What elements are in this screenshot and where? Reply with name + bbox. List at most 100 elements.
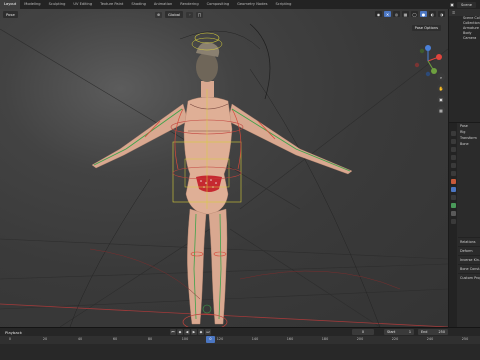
properties-row[interactable]: Relations <box>458 237 480 246</box>
3d-viewport[interactable]: Pose ⊕ Global ◦ ⋂ ◉ ✕ ◎ ▦ ◯ ● ◐ ◑ Pose O… <box>0 9 448 327</box>
playhead[interactable]: 0 <box>206 336 215 343</box>
armature-data-tab-icon[interactable] <box>450 203 456 208</box>
timeline-ruler[interactable]: 0 20 40 60 80 100 120 140 160 180 200 220 240 250 <box>0 336 480 344</box>
properties-tabs <box>449 123 457 328</box>
timeline-tick-label: 240 <box>426 337 434 341</box>
wireframe-shading-icon[interactable]: ◯ <box>411 11 418 17</box>
top-menu-bar: Layout Modeling Sculpting UV Editing Texture… <box>0 0 480 9</box>
next-keyframe-icon[interactable]: ◆ <box>198 329 204 335</box>
properties-row[interactable]: Inverse Kin. <box>458 255 480 264</box>
bone-constraint-tab-icon[interactable] <box>450 219 456 224</box>
tool-tab-icon[interactable] <box>450 131 456 136</box>
pose-options-dropdown[interactable]: Pose Options <box>411 25 441 31</box>
workspace-tabs: Layout Modeling Sculpting UV Editing Texture… <box>0 0 295 9</box>
outliner-tree: Scene CollectionCollectionArmatureBodyCa… <box>449 16 480 41</box>
tab-modeling[interactable]: Modeling <box>20 0 44 9</box>
tab-texture-paint[interactable]: Texture Paint <box>96 0 127 9</box>
viewport-nav-buttons: ⌕ ✋ ▣ ▦ <box>437 73 445 114</box>
timeline-tracks[interactable] <box>0 344 480 360</box>
timeline-tick-label: 180 <box>321 337 329 341</box>
interaction-mode-dropdown[interactable]: Pose <box>3 10 18 18</box>
prev-keyframe-icon[interactable]: ◆ <box>177 329 183 335</box>
timeline-tick-label: 160 <box>286 337 294 341</box>
timeline-tick-label: 0 <box>8 337 12 341</box>
playback-menu[interactable]: Playback <box>2 328 25 336</box>
transform-orientation-icon[interactable]: ⊕ <box>155 11 162 18</box>
world-tab-icon[interactable] <box>450 171 456 176</box>
view-layer-tab-icon[interactable] <box>450 155 456 160</box>
tab-animation[interactable]: Animation <box>150 0 176 9</box>
end-frame-field[interactable]: End 250 <box>418 329 448 335</box>
physics-tab-icon[interactable] <box>450 195 456 200</box>
viewport-scene <box>0 23 448 327</box>
zoom-icon[interactable]: ⌕ <box>437 73 445 81</box>
properties-row[interactable]: Bone <box>458 141 480 147</box>
render-tab-icon[interactable] <box>450 139 456 144</box>
transform-orientation-dropdown[interactable]: Global <box>165 11 184 18</box>
tab-compositing[interactable]: Compositing <box>203 0 234 9</box>
x-axis-ball <box>436 54 442 60</box>
timeline-tick-label: 220 <box>391 337 399 341</box>
end-value: 250 <box>438 330 445 334</box>
solid-shading-icon[interactable]: ● <box>420 11 427 17</box>
z-axis-ball <box>425 45 431 51</box>
timeline-tick-label: 120 <box>216 337 224 341</box>
timeline-tick-label: 40 <box>77 337 83 341</box>
scene-selector[interactable]: Scene <box>457 1 476 8</box>
top-right-controls: ▣ Scene <box>450 0 480 9</box>
overlay-icon[interactable]: ◎ <box>393 11 400 17</box>
pan-hand-icon[interactable]: ✋ <box>437 84 445 92</box>
tab-geometry-nodes[interactable]: Geometry Nodes <box>233 0 271 9</box>
properties-row[interactable]: Bone Const. <box>458 264 480 273</box>
snap-icon[interactable]: ⋂ <box>196 11 204 18</box>
viewport-display-icons: ◉ ✕ ◎ ▦ ◯ ● ◐ ◑ <box>375 11 445 17</box>
outliner-header: ☰ <box>449 9 480 16</box>
bone-tab-icon[interactable] <box>450 211 456 216</box>
outliner-icon: ☰ <box>452 10 456 15</box>
play-icon[interactable]: ▶ <box>191 329 197 335</box>
output-tab-icon[interactable] <box>450 147 456 152</box>
playback-controls: ⏮ ◆ ◀ ▶ ◆ ⏭ <box>170 329 211 335</box>
outliner-panel: ☰ Scene CollectionCollectionArmatureBody… <box>448 9 480 122</box>
tab-scripting[interactable]: Scripting <box>271 0 295 9</box>
tab-sculpting[interactable]: Sculpting <box>45 0 70 9</box>
outliner-item[interactable]: Camera <box>449 36 480 41</box>
character-model <box>91 42 353 325</box>
properties-content: Pose Rig Transform Bone Relations Deform Inver… <box>458 123 480 328</box>
timeline-tick-label: 80 <box>147 337 153 341</box>
jump-start-icon[interactable]: ⏮ <box>170 329 176 335</box>
current-frame-field[interactable]: 0 <box>352 329 374 335</box>
play-reverse-icon[interactable]: ◀ <box>184 329 190 335</box>
tab-layout[interactable]: Layout <box>0 0 21 9</box>
camera-view-icon[interactable]: ▣ <box>437 95 445 103</box>
tab-shading[interactable]: Shading <box>127 0 150 9</box>
tab-uv-editing[interactable]: UV Editing <box>69 0 96 9</box>
object-tab-icon[interactable] <box>450 179 456 184</box>
scene-icon[interactable]: ▣ <box>450 2 454 7</box>
timeline-tick-label: 60 <box>112 337 118 341</box>
end-label: End <box>421 330 428 334</box>
gizmo-toggle-icon[interactable]: ✕ <box>384 11 391 17</box>
visibility-icon[interactable]: ◉ <box>375 11 382 17</box>
timeline-editor: Playback ⏮ ◆ ◀ ▶ ◆ ⏭ 0 Start 1 End 250 0… <box>0 327 480 360</box>
timeline-tick-label: 100 <box>181 337 189 341</box>
modifier-tab-icon[interactable] <box>450 187 456 192</box>
armature-overlay <box>89 23 401 327</box>
jump-end-icon[interactable]: ⏭ <box>205 329 211 335</box>
timeline-tick-label: 20 <box>42 337 48 341</box>
perspective-toggle-icon[interactable]: ▦ <box>437 106 445 114</box>
tab-rendering[interactable]: Rendering <box>176 0 202 9</box>
material-shading-icon[interactable]: ◐ <box>429 11 436 17</box>
timeline-tick-label: 250 <box>461 337 469 341</box>
pivot-icon[interactable]: ◦ <box>186 11 194 18</box>
rendered-shading-icon[interactable]: ◑ <box>438 11 445 17</box>
xray-icon[interactable]: ▦ <box>402 11 409 17</box>
viewport-tool-controls: ⊕ Global ◦ ⋂ <box>155 11 204 18</box>
properties-row[interactable]: Custom Props <box>458 273 480 282</box>
properties-panel: Pose Rig Transform Bone Relations Deform Inver… <box>448 122 480 328</box>
start-label: Start <box>387 330 396 334</box>
start-frame-field[interactable]: Start 1 <box>384 329 414 335</box>
timeline-tick-label: 200 <box>356 337 364 341</box>
properties-row[interactable]: Deform <box>458 246 480 255</box>
scene-tab-icon[interactable] <box>450 163 456 168</box>
